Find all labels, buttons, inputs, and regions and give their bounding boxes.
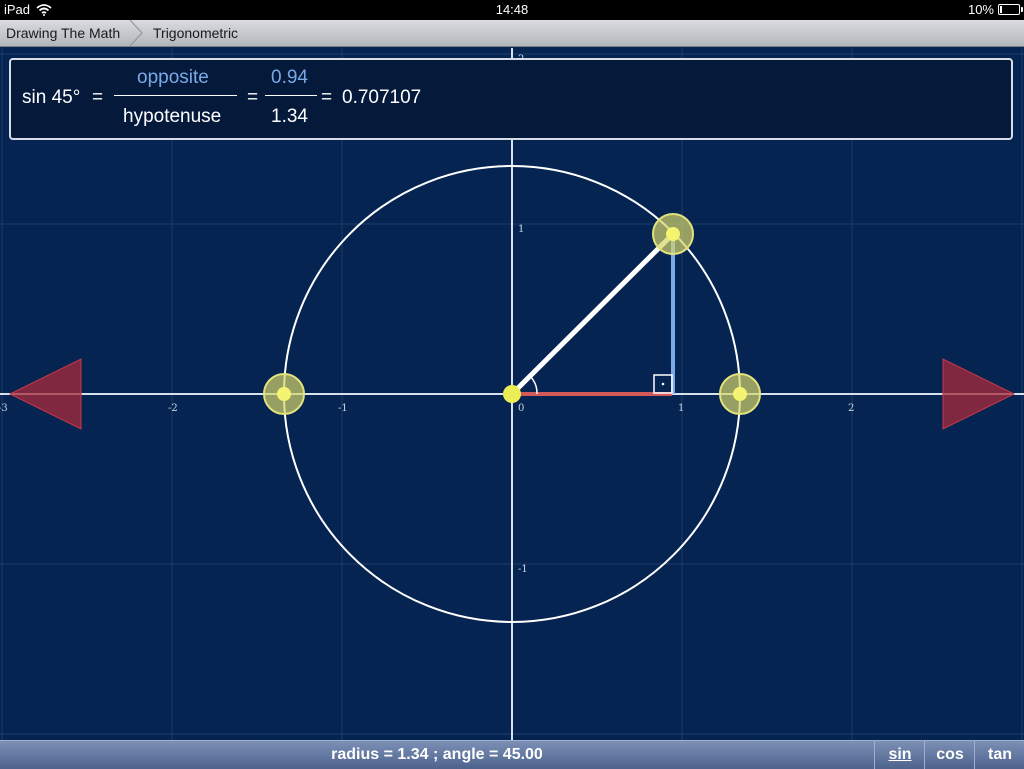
formula-equals-3: =: [321, 87, 333, 108]
battery-icon: [998, 4, 1023, 15]
x-tick-label: 0: [518, 403, 524, 414]
x-tick-label: -1: [338, 403, 348, 414]
x-tick-label: 2: [848, 403, 854, 414]
x-tick-label: -3: [0, 403, 8, 414]
breadcrumb-trigonometric[interactable]: Trigonometric: [153, 20, 238, 46]
fraction-bar-1: [114, 95, 237, 96]
formula-equals-2: =: [247, 87, 259, 108]
radius-handle-right[interactable]: [719, 373, 761, 415]
formula-result: 0.707107: [342, 87, 422, 108]
x-tick-label: -2: [168, 403, 178, 414]
tab-cos[interactable]: cos: [924, 741, 975, 769]
numerator-label: opposite: [137, 67, 209, 88]
tab-tan[interactable]: tan: [974, 741, 1024, 769]
origin-handle[interactable]: [503, 385, 521, 403]
status-bar: iPad 14:48 10%: [0, 0, 1024, 20]
chevron-right-icon: [129, 20, 143, 46]
y-tick-label: -1: [518, 564, 528, 575]
bottom-bar: radius = 1.34 ; angle = 45.00 sin cos ta…: [0, 740, 1024, 769]
angle-arc: [529, 375, 538, 395]
battery-percent: 10%: [967, 2, 994, 17]
status-left: iPad: [4, 2, 52, 17]
fraction-bar-2: [265, 95, 317, 96]
unit-circle-graph[interactable]: -3-2-1012 21-1: [0, 48, 1024, 740]
clock: 14:48: [495, 2, 529, 17]
angle-point-handle[interactable]: [652, 213, 694, 255]
pan-right-arrow[interactable]: [942, 358, 1016, 430]
tab-sin[interactable]: sin: [874, 741, 925, 769]
radius-angle-readout: radius = 1.34 ; angle = 45.00: [331, 746, 543, 763]
radius-handle-left[interactable]: [263, 373, 305, 415]
status-right: 10%: [967, 2, 1023, 17]
wifi-icon: [36, 3, 52, 16]
right-angle-dot: [661, 382, 665, 386]
breadcrumb-drawing-the-math[interactable]: Drawing The Math: [6, 20, 120, 46]
pan-left-arrow[interactable]: [8, 358, 82, 430]
device-name: iPad: [4, 2, 31, 17]
denominator-label: hypotenuse: [123, 106, 222, 127]
hypotenuse-line: [510, 232, 675, 396]
formula-equals-1: =: [92, 87, 104, 108]
formula-lhs: sin 45°: [22, 87, 81, 108]
y-tick-label: 1: [518, 224, 524, 235]
formula-panel: sin 45° = opposite hypotenuse = 0.94 1.3…: [9, 58, 1013, 140]
breadcrumb: Drawing The Math Trigonometric: [0, 20, 1024, 47]
denominator-value: 1.34: [271, 106, 308, 127]
x-tick-label: 1: [678, 403, 684, 414]
numerator-value: 0.94: [271, 67, 308, 88]
